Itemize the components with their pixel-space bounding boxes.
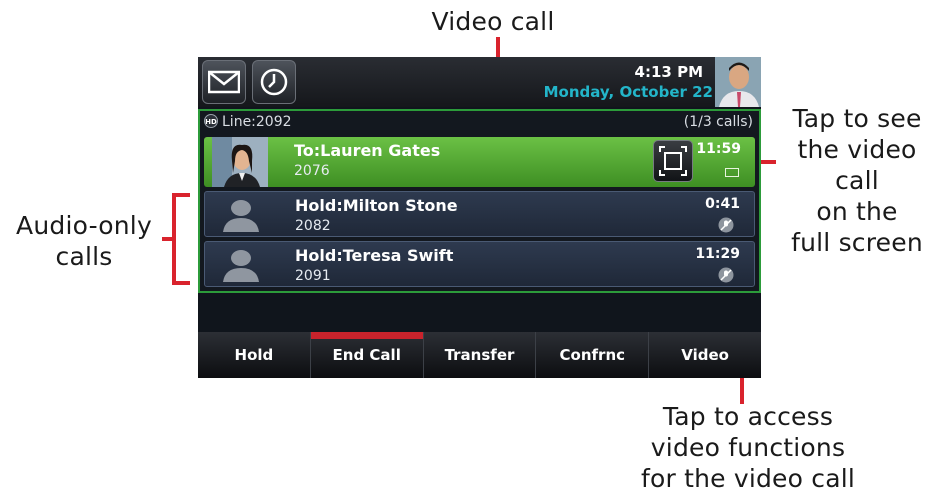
person-icon	[223, 250, 259, 282]
end-call-indicator	[310, 332, 423, 339]
line-panel: HD Line:2092 (1/3 calls) To:Lauren Gates…	[198, 109, 761, 293]
callout-fullscreen-line3: on the	[816, 197, 898, 226]
phone-screen: 4:13 PM Monday, October 22 HD Line:2092 …	[198, 57, 761, 378]
line-label: Line:2092	[222, 114, 292, 130]
audio-bracket-bottom	[172, 281, 190, 285]
history-button[interactable]	[252, 60, 296, 104]
callout-audio-only: Audio-only calls	[4, 210, 164, 272]
callout-audio-only-line2: calls	[55, 242, 113, 271]
hd-icon: HD	[204, 114, 218, 128]
call-row-held[interactable]: Hold:Milton Stone 2082 0:41	[204, 191, 755, 237]
caller-video-thumbnail	[212, 137, 268, 187]
fullscreen-button[interactable]	[653, 140, 693, 182]
status-bar: 4:13 PM Monday, October 22	[198, 57, 761, 107]
callout-fullscreen-line2: the video call	[797, 135, 917, 195]
call-timer: 11:59	[696, 141, 741, 157]
callout-fullscreen-line1: Tap to see	[792, 104, 922, 133]
softkey-transfer[interactable]: Transfer	[424, 332, 537, 378]
call-timer: 11:29	[695, 246, 740, 262]
softkey-video[interactable]: Video	[649, 332, 761, 378]
mute-icon	[718, 267, 734, 283]
softkey-label: Video	[681, 346, 729, 364]
clock-icon	[260, 68, 288, 96]
softkey-label: Confrnc	[559, 346, 626, 364]
caller-photo	[212, 137, 268, 187]
callout-video-functions-line2: video functions	[650, 433, 846, 462]
line-header: HD Line:2092 (1/3 calls)	[204, 114, 753, 136]
callout-video-call: Video call	[431, 7, 555, 36]
status-time: 4:13 PM	[634, 63, 703, 81]
messages-button[interactable]	[202, 60, 246, 104]
callout-fullscreen: Tap to see the video call on the full sc…	[772, 103, 942, 258]
envelope-icon	[208, 70, 240, 94]
line-call-count: (1/3 calls)	[683, 114, 753, 130]
audio-bracket-tick	[162, 237, 174, 241]
user-avatar[interactable]	[715, 57, 761, 107]
callout-video-functions-line1: Tap to access	[662, 402, 834, 431]
softkey-hold[interactable]: Hold	[198, 332, 311, 378]
softkey-label: End Call	[332, 346, 401, 364]
user-photo	[715, 57, 761, 107]
caller-avatar-placeholder	[213, 242, 269, 286]
callout-fullscreen-line4: full screen	[791, 228, 923, 257]
call-row-active[interactable]: To:Lauren Gates 2076 11:59	[204, 137, 755, 187]
call-number: 2076	[294, 163, 330, 179]
svg-text:HD: HD	[205, 118, 217, 126]
audio-bracket-top	[172, 193, 190, 197]
call-name: Hold:Teresa Swift	[295, 246, 454, 265]
callout-audio-only-line1: Audio-only	[16, 211, 152, 240]
call-row-held[interactable]: Hold:Teresa Swift 2091 11:29	[204, 241, 755, 287]
call-name: To:Lauren Gates	[294, 141, 441, 160]
softkey-label: Transfer	[444, 346, 515, 364]
call-timer: 0:41	[705, 196, 740, 212]
status-date: Monday, October 22	[543, 83, 713, 101]
call-number: 2091	[295, 268, 331, 284]
softkey-conference[interactable]: Confrnc	[536, 332, 650, 378]
person-icon	[223, 200, 259, 232]
mute-icon	[718, 217, 734, 233]
callout-video-functions: Tap to access video functions for the vi…	[628, 401, 868, 494]
fullscreen-icon	[659, 146, 687, 176]
video-icon	[725, 168, 739, 177]
caller-avatar-placeholder	[213, 192, 269, 236]
callout-video-functions-line3: for the video call	[640, 464, 856, 493]
call-number: 2082	[295, 218, 331, 234]
softkey-bar: Hold End Call Transfer Confrnc Video	[198, 332, 761, 378]
call-name: Hold:Milton Stone	[295, 196, 458, 215]
softkey-end-call[interactable]: End Call	[310, 332, 424, 378]
softkey-label: Hold	[234, 346, 274, 364]
